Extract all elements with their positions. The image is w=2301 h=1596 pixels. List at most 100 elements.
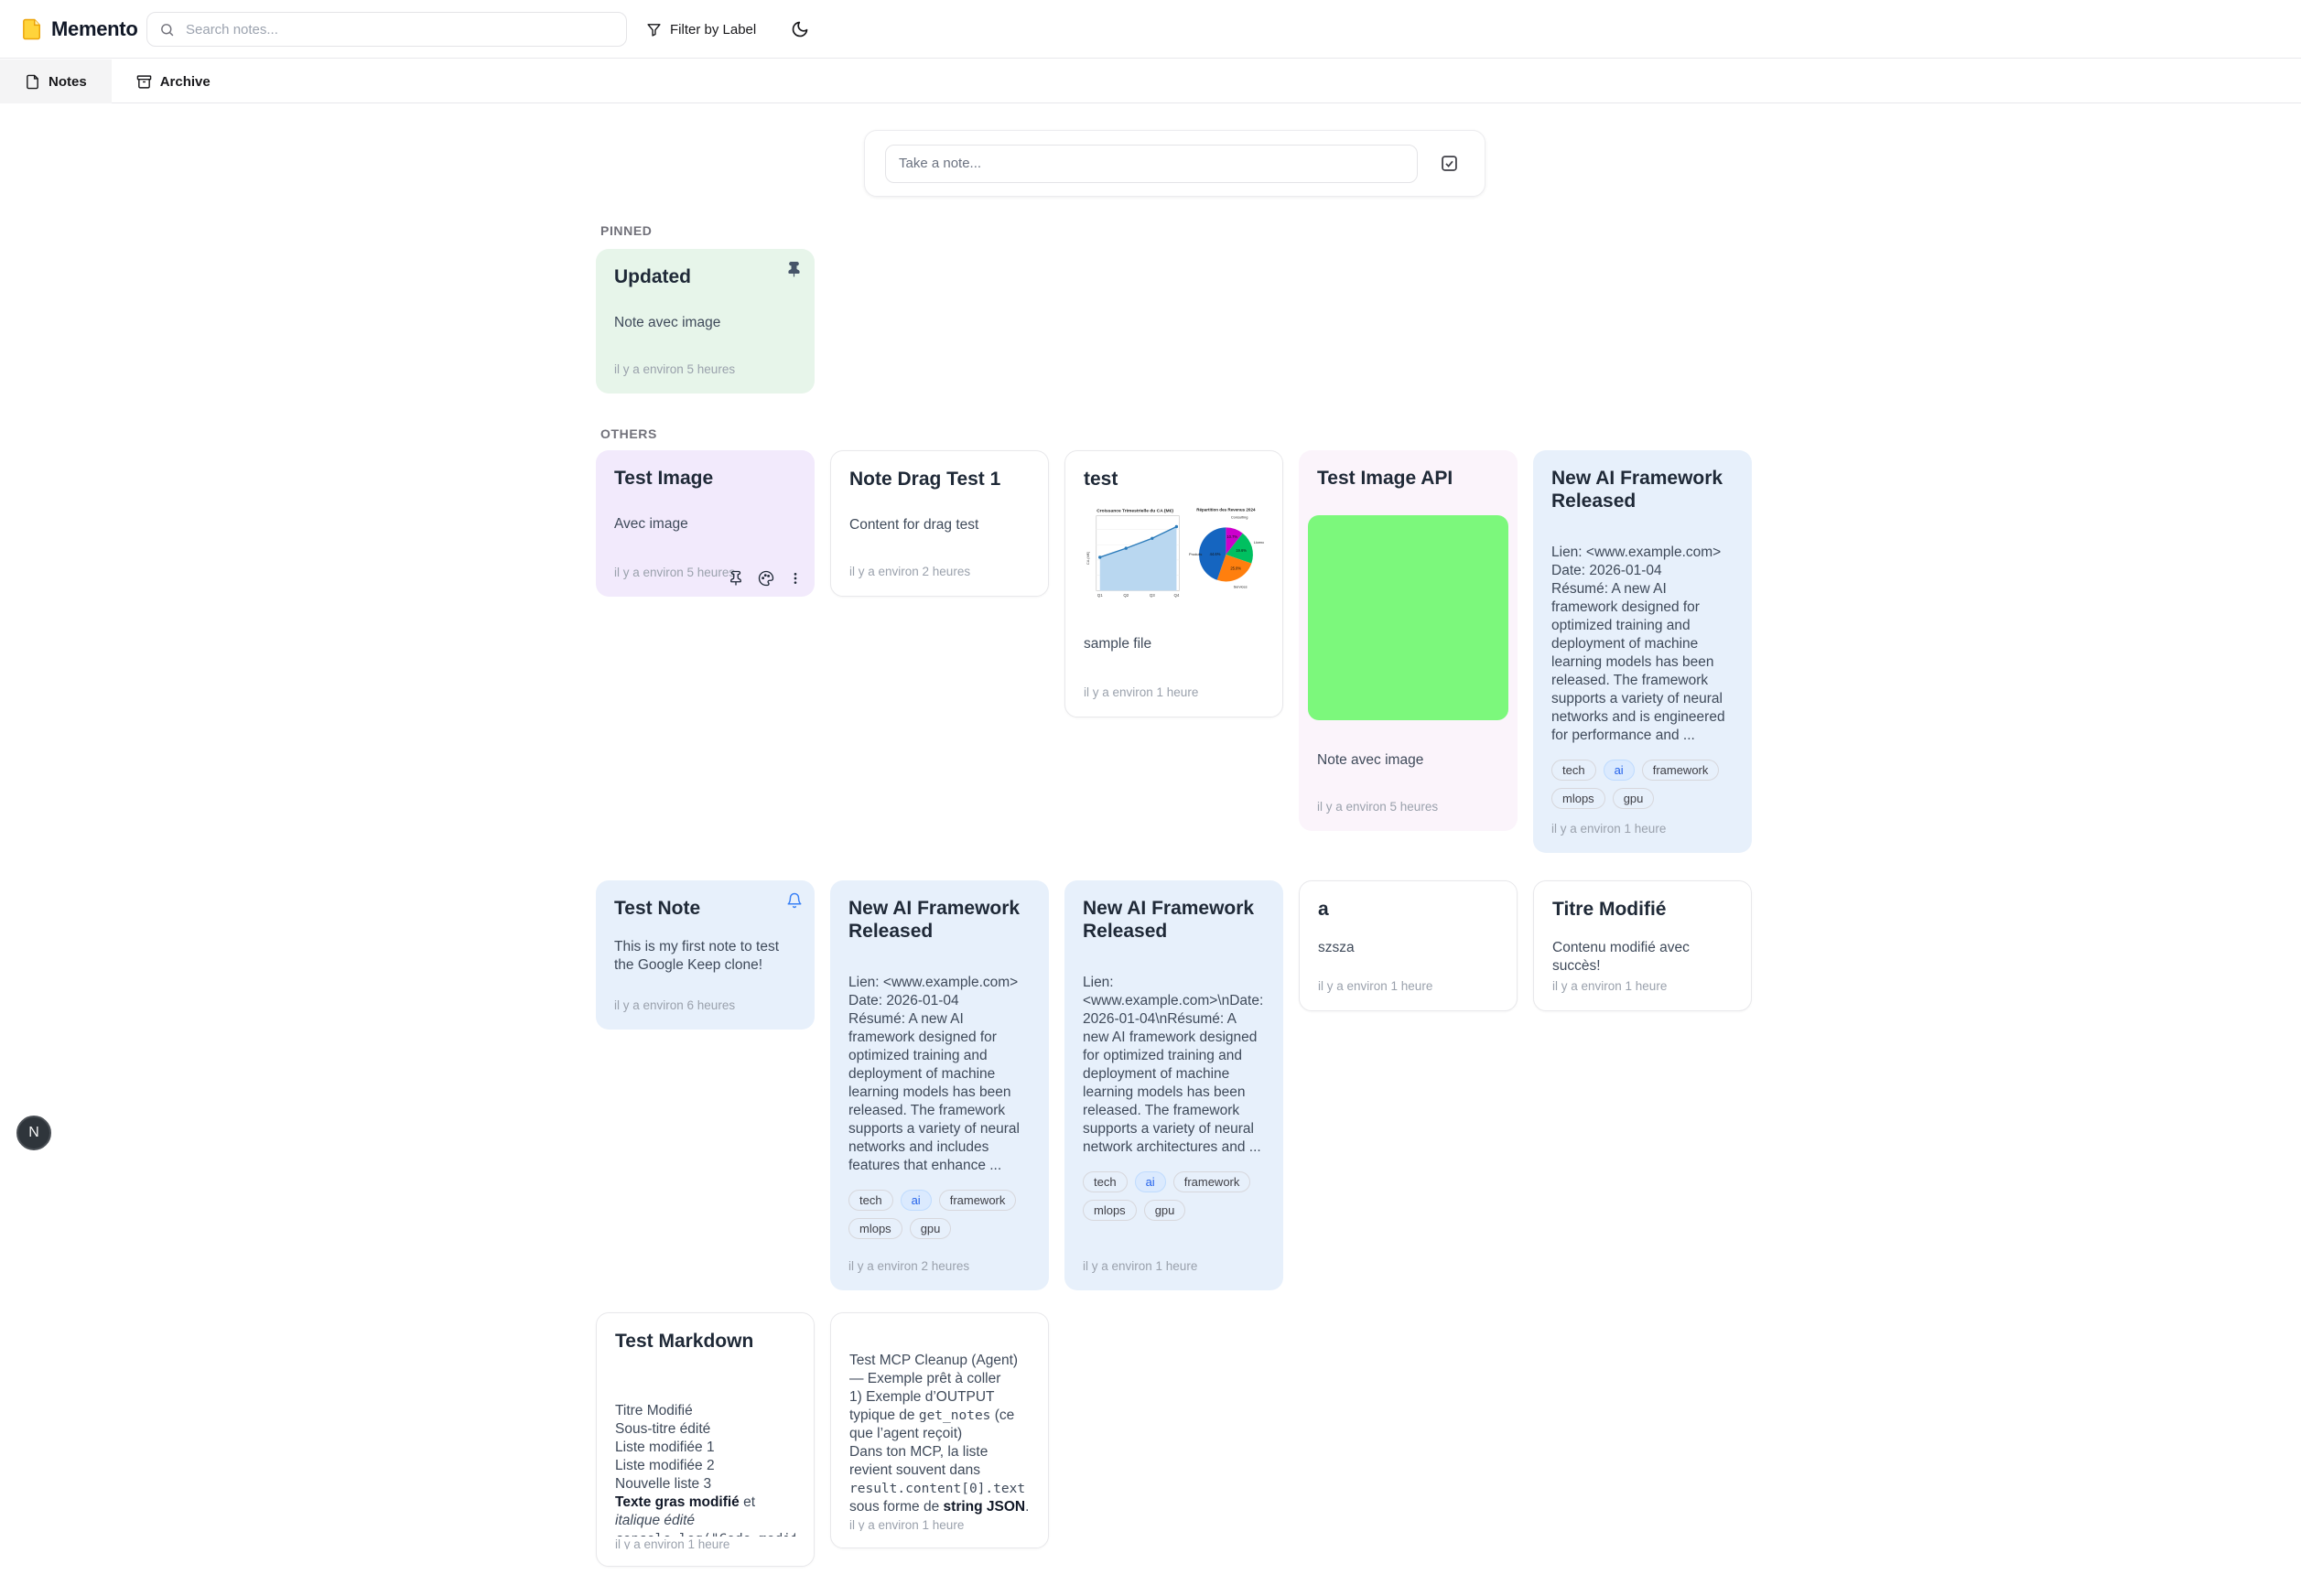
markdown-mid-text: et [740, 1494, 755, 1510]
note-content: Note avec image [1317, 751, 1499, 770]
note-content: Lien: <www.example.com> Date: 2026-01-04… [1551, 544, 1734, 745]
note-tags: tech ai framework mlops gpu [848, 1190, 1031, 1239]
note-card-test-image-api[interactable]: Test Image API Note avec image il y a en… [1299, 450, 1518, 831]
note-content: sample file [1084, 635, 1264, 653]
note-card-test-markdown[interactable]: Test Markdown Titre Modifié Sous-titre é… [596, 1312, 815, 1567]
note-card-new-ai-framework-2[interactable]: New AI Framework Released Lien: <www.exa… [830, 880, 1049, 1290]
note-card-test-note[interactable]: Test Note This is my first note to test … [596, 880, 815, 1030]
mcp-code-result-content: result.content[0].text [849, 1482, 1025, 1496]
tag-ai: ai [1604, 760, 1635, 781]
note-card-test-mcp-cleanup[interactable]: Test MCP Cleanup (Agent) — Exemple prêt … [830, 1312, 1049, 1548]
markdown-bold-text: Texte gras modifié [615, 1494, 740, 1510]
svg-text:44.6%: 44.6% [1210, 552, 1221, 556]
more-options-icon[interactable] [788, 570, 803, 587]
note-card-note-drag-test-1[interactable]: Note Drag Test 1 Content for drag test i… [830, 450, 1049, 597]
area-chart-thumbnail: Croissance Trimestrielle du CA (M€) Q1 Q… [1084, 503, 1183, 604]
mcp-seg3: sous forme de [849, 1499, 944, 1515]
svg-text:Produits: Produits [1189, 552, 1202, 556]
svg-text:25.0%: 25.0% [1231, 566, 1242, 571]
tag-framework: framework [1173, 1171, 1251, 1192]
note-content: Content for drag test [849, 516, 1030, 534]
dark-mode-toggle[interactable] [785, 0, 815, 59]
note-timestamp: il y a environ 1 heure [1318, 978, 1498, 994]
note-card-a[interactable]: a szsza il y a environ 1 heure [1299, 880, 1518, 1011]
markdown-plain-lines: Titre Modifié Sous-titre édité Liste mod… [615, 1403, 715, 1492]
note-tags: tech ai framework mlops gpu [1083, 1171, 1265, 1221]
note-card-test-image[interactable]: Test Image Avec image il y a environ 5 h… [596, 450, 815, 597]
note-timestamp: il y a environ 1 heure [1083, 1258, 1265, 1274]
tag-mlops: mlops [1551, 788, 1605, 809]
note-timestamp: il y a environ 2 heures [848, 1258, 1031, 1274]
note-title: Note Drag Test 1 [849, 468, 1030, 491]
note-card-test[interactable]: test Croissance Trimestrielle du CA (M€)… [1064, 450, 1283, 717]
note-card-new-ai-framework-3[interactable]: New AI Framework Released Lien: <www.exa… [1064, 880, 1283, 1290]
funnel-icon [646, 22, 662, 38]
filter-by-label-button[interactable]: Filter by Label [641, 0, 762, 59]
file-icon [25, 74, 40, 90]
note-title: Test Markdown [615, 1330, 795, 1353]
note-hover-actions [728, 570, 803, 587]
take-a-note-composer [864, 130, 1485, 197]
app-header: Memento Filter by Label [0, 0, 2301, 59]
tag-mlops: mlops [848, 1218, 902, 1239]
note-timestamp: il y a environ 1 heure [1552, 978, 1733, 994]
tag-tech: tech [1083, 1171, 1128, 1192]
note-content: szsza [1318, 939, 1498, 957]
pin-outline-icon[interactable] [728, 570, 744, 587]
note-content: Lien: <www.example.com> Date: 2026-01-04… [848, 974, 1031, 1175]
note-card-new-ai-framework-1[interactable]: New AI Framework Released Lien: <www.exa… [1533, 450, 1752, 853]
tag-gpu: gpu [1613, 788, 1655, 809]
svg-text:Q2: Q2 [1123, 593, 1129, 598]
avatar-initial: N [28, 1125, 39, 1141]
pin-filled-icon[interactable] [785, 261, 803, 278]
note-timestamp: il y a environ 2 heures [849, 564, 1030, 579]
user-avatar[interactable]: N [16, 1116, 51, 1150]
svg-text:10.7%: 10.7% [1227, 534, 1238, 539]
note-title: Updated [614, 265, 796, 288]
note-timestamp: il y a environ 5 heures [1317, 799, 1499, 814]
svg-text:Consulting: Consulting [1231, 515, 1248, 520]
note-title: Test Image [614, 467, 796, 490]
svg-text:Q4: Q4 [1173, 593, 1179, 598]
search-icon [159, 22, 175, 38]
app-logo: Memento [22, 0, 137, 59]
note-content: Contenu modifié avec succès! [1552, 939, 1733, 976]
app-title: Memento [51, 17, 137, 41]
note-attachment-image [1308, 515, 1508, 720]
tab-archive[interactable]: Archive [112, 59, 235, 103]
note-content: Avec image [614, 515, 796, 534]
pie-chart-thumbnail: Répartition des Revenus 2024 Consulting … [1188, 503, 1264, 598]
note-card-updated[interactable]: Updated Note avec image il y a environ 5… [596, 249, 815, 394]
new-checklist-button[interactable] [1434, 153, 1464, 174]
tag-tech: tech [848, 1190, 893, 1211]
svg-text:Services: Services [1234, 585, 1248, 589]
moon-icon [791, 20, 809, 38]
filter-by-label-text: Filter by Label [670, 22, 756, 38]
svg-text:CA (M€): CA (M€) [1086, 551, 1090, 565]
search-input[interactable] [184, 21, 614, 38]
note-title: test [1084, 468, 1264, 491]
tab-notes-label: Notes [49, 74, 87, 90]
mcp-code-get-notes: get_notes [919, 1408, 991, 1423]
search-bar [146, 12, 627, 47]
note-content: This is my first note to test the Google… [614, 938, 796, 975]
archive-icon [136, 74, 152, 90]
palette-icon[interactable] [758, 570, 774, 587]
note-title: Test Image API [1317, 467, 1499, 490]
tag-framework: framework [939, 1190, 1017, 1211]
note-title: Titre Modifié [1552, 898, 1733, 921]
note-timestamp: il y a environ 1 heure [849, 1517, 1030, 1532]
checkbox-icon [1440, 154, 1459, 173]
memento-note-icon [22, 18, 42, 40]
take-a-note-input[interactable] [885, 145, 1418, 183]
tag-gpu: gpu [910, 1218, 952, 1239]
note-card-titre-modifie[interactable]: Titre Modifié Contenu modifié avec succè… [1533, 880, 1752, 1011]
note-content: Lien: <www.example.com>\nDate: 2026-01-0… [1083, 974, 1265, 1157]
tab-notes[interactable]: Notes [0, 59, 112, 103]
reminder-bell-icon [786, 892, 803, 909]
note-timestamp: il y a environ 1 heure [1551, 821, 1734, 836]
others-section-label: OTHERS [600, 426, 657, 441]
tab-archive-label: Archive [160, 74, 211, 90]
note-timestamp: il y a environ 6 heures [614, 998, 796, 1013]
note-tags: tech ai framework mlops gpu [1551, 760, 1734, 809]
